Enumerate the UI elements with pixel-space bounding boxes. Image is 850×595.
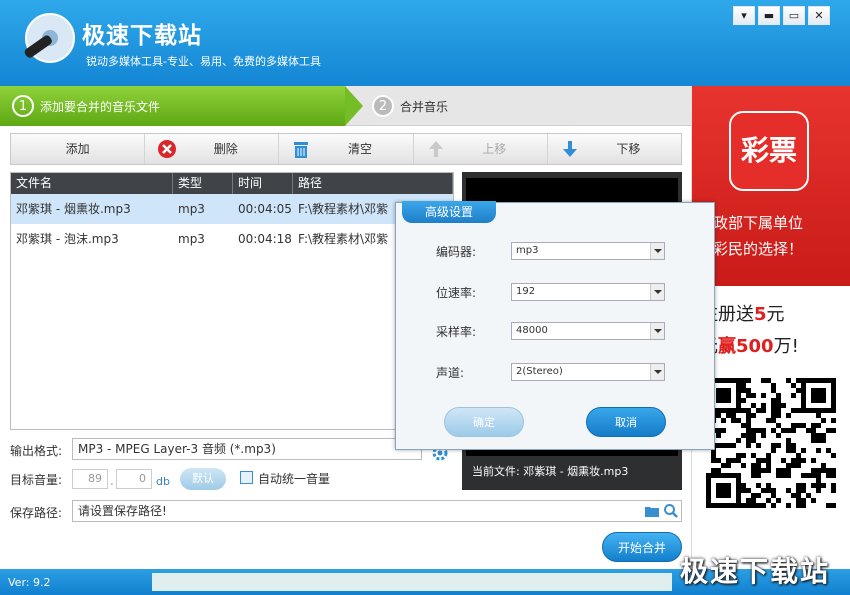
lottery-logo-icon: 彩票	[729, 111, 809, 191]
table-row[interactable]: 邓紫琪 - 烟熏妆.mp3 mp3 00:04:05 F:\教程素材\邓紫	[11, 194, 453, 224]
move-down-label: 下移	[616, 142, 641, 156]
folder-icon[interactable]	[644, 503, 660, 519]
encoder-label: 编码器:	[436, 245, 477, 259]
delete-icon	[158, 140, 177, 158]
auto-volume-label: 自动统一音量	[258, 472, 331, 486]
step-1-label: 添加要合并的音乐文件	[40, 100, 161, 114]
chevron-down-icon	[650, 284, 664, 300]
output-format-label: 输出格式:	[10, 444, 63, 458]
save-path-label: 保存路径:	[10, 506, 63, 520]
volume-integer-input[interactable]: 89	[72, 469, 108, 489]
cancel-button[interactable]: 取消	[586, 407, 666, 437]
table-row[interactable]: 邓紫琪 - 泡沫.mp3 mp3 00:04:18 F:\教程素材\邓紫	[11, 224, 453, 254]
channel-label: 声道:	[436, 366, 465, 380]
chevron-down-icon	[650, 364, 664, 380]
maximize-button[interactable]: ▭	[783, 6, 805, 25]
target-volume-label: 目标音量:	[10, 473, 63, 487]
cell-filename: 邓紫琪 - 泡沫.mp3	[16, 232, 119, 246]
current-file-label: 当前文件: 邓紫琪 - 烟熏妆.mp3	[472, 465, 629, 478]
menu-button[interactable]: ▾	[733, 6, 755, 25]
arrow-up-icon	[428, 141, 443, 157]
cell-type: mp3	[178, 202, 205, 216]
progress-bar	[152, 573, 672, 591]
version-label: Ver: 9.2	[8, 576, 51, 589]
add-label: 添加	[65, 142, 90, 156]
step-arrow	[345, 86, 363, 126]
move-up-label: 上移	[482, 142, 507, 156]
step-bar: 1 添加要合并的音乐文件 2 合并音乐	[0, 86, 691, 126]
channel-select[interactable]: 2(Stereo)	[511, 363, 665, 381]
step-2-label[interactable]: 合并音乐	[400, 98, 448, 115]
trash-icon	[294, 142, 309, 158]
cell-type: mp3	[178, 232, 205, 246]
start-merge-button[interactable]: 开始合并	[602, 532, 682, 562]
bitrate-select[interactable]: 192	[511, 283, 665, 301]
app-subtitle: 锐动多媒体工具-专业、易用、免费的多媒体工具	[86, 55, 321, 68]
save-path-input[interactable]: 请设置保存路径!	[72, 500, 682, 522]
ok-button[interactable]: 确定	[444, 407, 524, 437]
clear-label: 清空	[348, 142, 373, 156]
header-time[interactable]: 时间	[233, 173, 293, 194]
close-button[interactable]: ✕	[808, 6, 830, 25]
dialog-title: 高级设置	[402, 201, 496, 223]
volume-decimal-input[interactable]: 0	[116, 469, 152, 489]
header-type[interactable]: 类型	[173, 173, 233, 194]
add-button[interactable]: 添加	[11, 134, 146, 164]
samplerate-select[interactable]: 48000	[511, 322, 665, 340]
qr-code-icon	[706, 378, 836, 508]
list-header: 文件名 类型 时间 路径	[11, 173, 453, 194]
toolbar: 添加 删除 清空 上移 下移	[10, 133, 682, 165]
step-1[interactable]: 1 添加要合并的音乐文件	[0, 86, 345, 126]
window-controls: ▾ ▬ ▭ ✕	[733, 6, 830, 25]
auto-volume-checkbox[interactable]	[240, 471, 253, 484]
step-1-number: 1	[12, 95, 34, 117]
arrow-down-icon	[562, 141, 577, 157]
cell-time: 00:04:18	[238, 232, 292, 246]
clear-button[interactable]: 清空	[279, 134, 414, 164]
step-2-number[interactable]: 2	[372, 95, 394, 117]
header-filename[interactable]: 文件名	[11, 173, 173, 194]
file-list[interactable]: 文件名 类型 时间 路径 邓紫琪 - 烟熏妆.mp3 mp3 00:04:05 …	[10, 172, 454, 430]
volume-unit: db	[156, 475, 170, 488]
search-icon[interactable]	[663, 503, 679, 519]
default-button[interactable]: 默认	[180, 468, 226, 490]
output-format-select[interactable]: MP3 - MPEG Layer-3 音频 (*.mp3)	[72, 438, 422, 460]
move-up-button[interactable]: 上移	[414, 134, 548, 164]
bitrate-label: 位速率:	[436, 286, 477, 300]
app-logo-icon	[24, 13, 75, 63]
samplerate-label: 采样率:	[436, 325, 477, 339]
delete-label: 删除	[213, 142, 238, 156]
watermark: 极速下载站	[679, 555, 830, 588]
advanced-settings-dialog: 高级设置 编码器: mp3 位速率: 192 采样率: 48000 声道: 2(…	[395, 201, 715, 450]
move-down-button[interactable]: 下移	[548, 134, 681, 164]
ad-top: 彩票 民政部下属单位 亿彩民的选择！	[692, 86, 850, 286]
cell-time: 00:04:05	[238, 202, 292, 216]
app-title: 极速下载站	[82, 23, 202, 49]
header-path[interactable]: 路径	[293, 173, 453, 194]
chevron-down-icon	[650, 323, 664, 339]
title-bar: 极速下载站 锐动多媒体工具-专业、易用、免费的多媒体工具 ▾ ▬ ▭ ✕	[0, 0, 850, 86]
cell-filename: 邓紫琪 - 烟熏妆.mp3	[16, 202, 131, 216]
chevron-down-icon	[650, 243, 664, 259]
encoder-select[interactable]: mp3	[511, 242, 665, 260]
minimize-button[interactable]: ▬	[758, 6, 780, 25]
volume-dot: .	[110, 474, 114, 488]
delete-button[interactable]: 删除	[145, 134, 280, 164]
